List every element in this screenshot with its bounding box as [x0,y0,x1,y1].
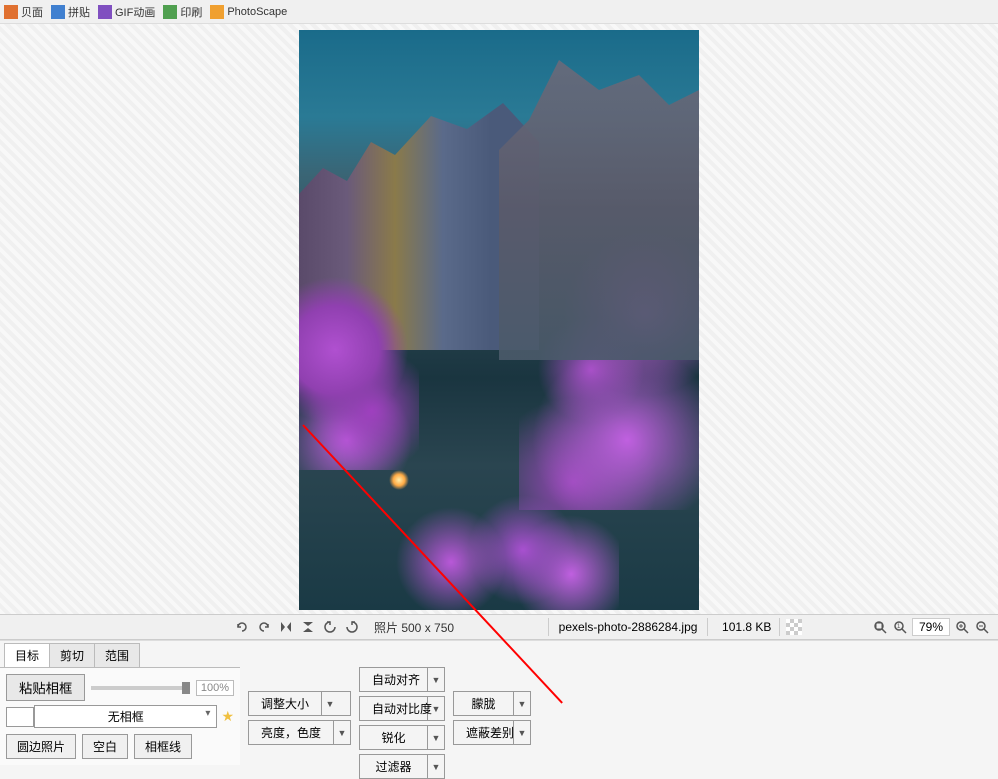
chevron-down-icon[interactable]: ▼ [428,668,444,691]
frame-dropdown[interactable]: 无相框 [34,705,217,728]
btn-label: 亮度，色度 [249,721,334,744]
bottom-panel: 目标 剪切 范围 粘贴相框 100% 无相框 ★ 圆边照片 空白 相框线 调整 [0,640,998,756]
chevron-down-icon[interactable]: ▼ [322,692,338,715]
btn-label: 遮蔽差别 [454,721,514,744]
toolbar-page[interactable]: 贝面 [4,4,43,20]
favorite-icon[interactable]: ★ [221,708,234,725]
left-column: 目标 剪切 范围 粘贴相框 100% 无相框 ★ 圆边照片 空白 相框线 [0,641,240,756]
btn-label: 自动对比度 [360,697,428,720]
btn-label: 朦胧 [454,692,514,715]
brightness-color-button[interactable]: 亮度，色度▼ [248,720,351,745]
frame-swatch[interactable] [6,707,34,727]
flip-v-icon[interactable] [300,619,316,635]
undo-icon[interactable] [234,619,250,635]
toolbar-label: GIF动画 [115,4,155,20]
toolbar-gif[interactable]: GIF动画 [98,4,155,20]
opacity-value: 100% [196,680,234,696]
photo-preview [299,30,699,610]
transparency-icon[interactable] [786,619,802,635]
tab-target[interactable]: 目标 [4,643,50,667]
photoscape-icon [210,5,224,19]
decor [519,230,699,510]
resize-button[interactable]: 调整大小▼ [248,691,351,716]
tab-crop[interactable]: 剪切 [49,643,95,667]
auto-contrast-button[interactable]: 自动对比度▼ [359,696,445,721]
decor [379,490,619,610]
mask-diff-button[interactable]: 遮蔽差别▼ [453,720,531,745]
frame-line-button[interactable]: 相框线 [134,734,192,759]
print-icon [163,5,177,19]
chevron-down-icon[interactable]: ▼ [428,697,444,720]
dimensions-label: 照片 500 x 750 [366,617,462,638]
zoom-out-icon[interactable] [974,619,990,635]
page-icon [4,5,18,19]
zoom-fit-icon[interactable] [872,619,888,635]
gif-icon [98,5,112,19]
decor [389,470,409,490]
btn-label: 过滤器 [360,755,428,778]
zoom-in-icon[interactable] [954,619,970,635]
slider-thumb[interactable] [182,682,190,694]
opacity-slider[interactable] [91,686,190,690]
frame-option-label: 无相框 [108,710,144,724]
btn-label: 锐化 [360,726,428,749]
adjust-columns: 调整大小▼ 亮度，色度▼ 自动对齐▼ 自动对比度▼ 锐化▼ 过滤器▼ 朦胧▼ 遮… [240,641,539,756]
chevron-down-icon[interactable]: ▼ [514,721,530,744]
rotate-right-icon[interactable] [344,619,360,635]
image-canvas[interactable] [0,24,998,614]
filesize-label: 101.8 KB [714,618,780,636]
zoom-actual-icon[interactable]: 1 [892,619,908,635]
toolbar-label: 贝面 [21,4,43,20]
tab-range[interactable]: 范围 [94,643,140,667]
round-photo-button[interactable]: 圆边照片 [6,734,76,759]
sharpen-button[interactable]: 锐化▼ [359,725,445,750]
blank-button[interactable]: 空白 [82,734,128,759]
chevron-down-icon[interactable]: ▼ [334,721,350,744]
tab-bar: 目标 剪切 范围 [0,641,240,667]
paste-frame-button[interactable]: 粘贴相框 [6,674,85,701]
chevron-down-icon[interactable]: ▼ [428,755,444,778]
filter-button[interactable]: 过滤器▼ [359,754,445,779]
toolbar-label: 拼贴 [68,4,90,20]
chevron-down-icon[interactable]: ▼ [514,692,530,715]
btn-label: 调整大小 [249,692,322,715]
flip-h-icon[interactable] [278,619,294,635]
left-body: 粘贴相框 100% 无相框 ★ 圆边照片 空白 相框线 [0,667,240,765]
filename-label: pexels-photo-2886284.jpg [548,618,708,636]
zoom-percent[interactable]: 79% [912,618,950,636]
chevron-down-icon[interactable]: ▼ [428,726,444,749]
top-toolbar: 贝面 拼贴 GIF动画 印刷 PhotoScape [0,0,998,24]
rotate-left-icon[interactable] [322,619,338,635]
toolbar-print[interactable]: 印刷 [163,4,202,20]
toolbar-collage[interactable]: 拼贴 [51,4,90,20]
btn-label: 自动对齐 [360,668,428,691]
auto-align-button[interactable]: 自动对齐▼ [359,667,445,692]
status-tool-icons [234,619,360,635]
toolbar-photoscape[interactable]: PhotoScape [210,5,287,19]
redo-icon[interactable] [256,619,272,635]
blur-button[interactable]: 朦胧▼ [453,691,531,716]
collage-icon [51,5,65,19]
toolbar-label: PhotoScape [227,6,287,18]
toolbar-label: 印刷 [180,4,202,20]
